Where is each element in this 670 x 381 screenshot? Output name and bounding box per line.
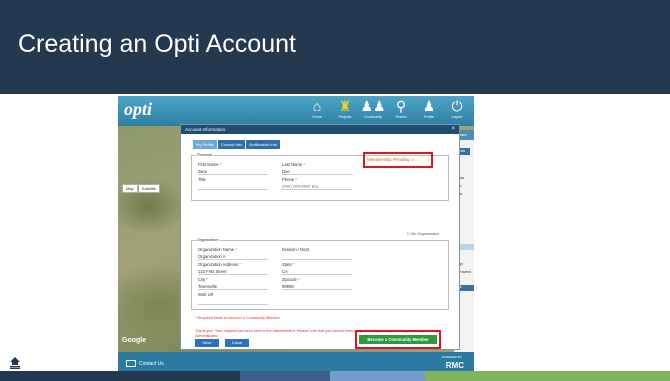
nav-label: Logout bbox=[451, 115, 463, 119]
state-field[interactable]: CA bbox=[282, 269, 352, 275]
last-name-label: Last Name * bbox=[282, 162, 306, 167]
nav-label: Projects bbox=[338, 115, 352, 119]
title-field[interactable] bbox=[198, 184, 268, 190]
last-name-field[interactable]: Doe bbox=[282, 169, 352, 175]
first-name-field[interactable]: Jane bbox=[198, 169, 268, 175]
personal-legend: Personal bbox=[196, 153, 213, 157]
tab-my-profile[interactable]: My Profile bbox=[193, 140, 217, 149]
nav-home[interactable]: ⌂ Home bbox=[304, 98, 330, 124]
slide-title: Creating an Opti Account bbox=[18, 30, 296, 58]
org-name-label: Organization Name * bbox=[198, 247, 237, 252]
nav-label: Profile bbox=[424, 115, 434, 119]
division-label: Division / Dept. bbox=[282, 247, 311, 252]
rmc-logo: RMC bbox=[445, 361, 464, 370]
web-url-field[interactable] bbox=[198, 299, 268, 305]
state-label: State * bbox=[282, 262, 295, 267]
become-member-button[interactable]: Become a Community Member bbox=[359, 335, 437, 344]
nav-profile[interactable]: ♟ Profile bbox=[416, 98, 442, 124]
account-dialog: Account Information × My Profile Contact… bbox=[180, 124, 460, 350]
satellite-button[interactable]: Satellite bbox=[137, 184, 161, 193]
title-label: Title bbox=[198, 177, 206, 182]
footer-segment bbox=[330, 371, 425, 381]
membership-status-label: Membership Pending bbox=[367, 157, 410, 162]
envelope-icon bbox=[126, 360, 136, 367]
save-button[interactable]: Save bbox=[195, 339, 219, 347]
power-icon: ⏻ bbox=[451, 98, 463, 114]
first-name-label: First Name * bbox=[198, 162, 222, 167]
city-label: City * bbox=[198, 277, 209, 282]
map-type-toggle: Map Satellite bbox=[122, 184, 161, 193]
opti-logo: opti bbox=[124, 99, 153, 119]
zip-field[interactable]: 99999 bbox=[282, 284, 352, 290]
dialog-title: Account Information bbox=[185, 127, 226, 132]
close-button[interactable]: Close bbox=[225, 339, 249, 347]
phone-label: Phone * bbox=[282, 177, 297, 182]
community-icon: ♟♟ bbox=[360, 98, 386, 114]
map-button[interactable]: Map bbox=[122, 184, 138, 193]
title-bar: Creating an Opti Account bbox=[0, 0, 670, 94]
division-field[interactable] bbox=[282, 254, 352, 260]
tab-notification-info[interactable]: Notification Info bbox=[246, 140, 280, 149]
phone-field[interactable]: (###) ###-#### Ext. bbox=[282, 184, 352, 190]
required-note: * Required fields to become a Community … bbox=[195, 316, 281, 320]
address-label: Organization Address * bbox=[198, 262, 241, 267]
profile-icon: ♟ bbox=[422, 98, 436, 114]
top-nav: ⌂ Home ♜ Projects ♟♟ Community ⚲ Search … bbox=[304, 98, 470, 124]
google-attribution: Google bbox=[122, 337, 147, 344]
organization-fieldset: Organization Organization Name * Organiz… bbox=[191, 238, 449, 310]
footer-color-bar bbox=[0, 371, 670, 381]
organization-legend: Organization bbox=[196, 238, 220, 242]
warning-icon: ⚠ bbox=[410, 157, 415, 162]
footer-segment bbox=[545, 371, 670, 381]
search-icon: ⚲ bbox=[395, 98, 407, 114]
dialog-header: Account Information × bbox=[181, 125, 459, 134]
nav-label: Home bbox=[312, 115, 322, 119]
nav-label: Search bbox=[395, 115, 407, 119]
footer-segment bbox=[160, 371, 240, 381]
powered-by-label: POWERED BY bbox=[441, 355, 462, 359]
nav-search[interactable]: ⚲ Search bbox=[388, 98, 414, 124]
slide: Creating an Opti Account opti ⌂ Home ♜ P… bbox=[0, 0, 670, 381]
no-organization-checkbox[interactable]: ☐ No Organization bbox=[407, 231, 439, 236]
zip-label: Zipcode * bbox=[282, 277, 300, 282]
contact-us-link[interactable]: Contact Us bbox=[126, 360, 164, 367]
org-name-field[interactable]: Organization A bbox=[198, 254, 268, 260]
contact-us-label: Contact Us bbox=[139, 360, 164, 367]
footer-segment bbox=[425, 371, 545, 381]
web-url-label: Web Url bbox=[198, 292, 214, 297]
projects-icon: ♜ bbox=[338, 98, 352, 114]
footer-segment bbox=[240, 371, 330, 381]
nav-logout[interactable]: ⏻ Logout bbox=[444, 98, 470, 124]
membership-status: Membership Pending ⚠ bbox=[367, 157, 415, 163]
dialog-tabs: My Profile Contact Info Notification Inf… bbox=[193, 140, 280, 149]
nav-projects[interactable]: ♜ Projects bbox=[332, 98, 358, 124]
tab-contact-info[interactable]: Contact Info bbox=[217, 140, 246, 149]
app-header: opti ⌂ Home ♜ Projects ♟♟ Community ⚲ Se… bbox=[118, 96, 474, 126]
nav-label: Community bbox=[364, 115, 382, 119]
close-icon[interactable]: × bbox=[451, 126, 455, 132]
nav-community[interactable]: ♟♟ Community bbox=[360, 98, 386, 124]
app-screenshot: opti ⌂ Home ♜ Projects ♟♟ Community ⚲ Se… bbox=[118, 96, 474, 375]
no-organization-label: No Organization bbox=[411, 232, 439, 236]
home-icon: ⌂ bbox=[312, 98, 322, 114]
address-field[interactable]: 123 First Street bbox=[198, 269, 268, 275]
footer-logo-icon bbox=[10, 357, 20, 369]
footer-segment bbox=[0, 371, 160, 381]
city-field[interactable]: Townsville bbox=[198, 284, 268, 290]
